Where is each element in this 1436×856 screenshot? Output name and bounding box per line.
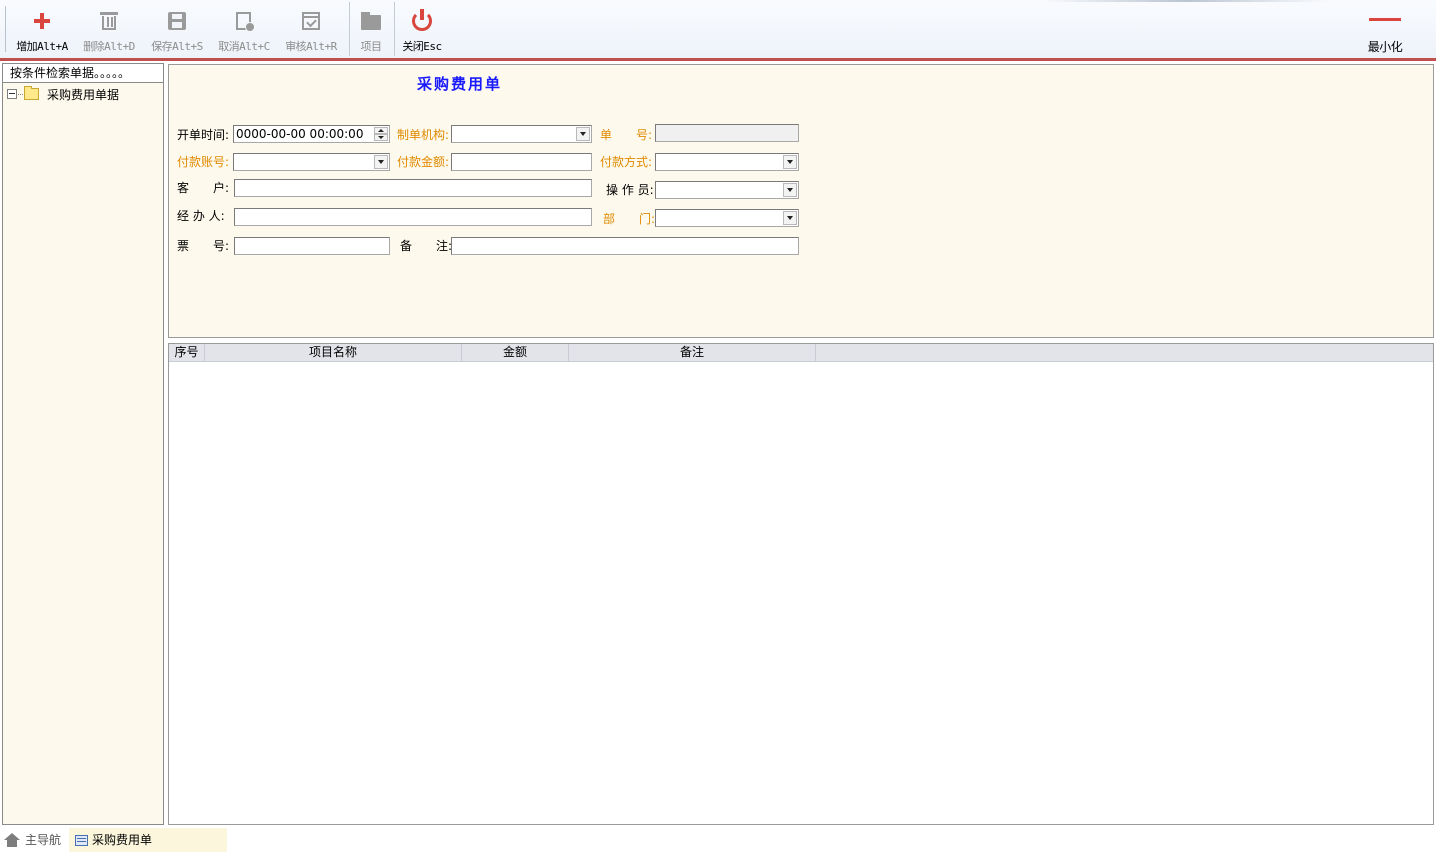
toolbar-grip	[5, 6, 6, 52]
tree-item-label: 采购费用单据	[47, 87, 120, 102]
pay-account-select[interactable]	[233, 153, 390, 171]
chevron-down-icon[interactable]	[783, 155, 797, 169]
customer-label: 客 户:	[177, 181, 230, 195]
toolbar-shadow	[1040, 0, 1330, 2]
save-button[interactable]: 保存Alt+S	[146, 0, 208, 58]
column-header-item-name[interactable]: 项目名称	[205, 344, 462, 361]
home-icon	[4, 833, 20, 847]
folder-icon	[359, 9, 383, 33]
minimize-icon	[1369, 9, 1401, 33]
form-panel: 采购费用单 开单时间: 0000-00-00 00:00:00 制单机构: 单 …	[168, 64, 1434, 338]
department-select[interactable]	[655, 209, 799, 227]
toolbar-accent-line	[0, 58, 1436, 61]
chevron-down-icon[interactable]	[576, 127, 590, 141]
handler-label: 经 办 人:	[177, 209, 225, 223]
power-icon	[410, 9, 434, 33]
doc-no-field[interactable]	[655, 124, 799, 142]
chevron-down-icon[interactable]	[374, 155, 388, 169]
cancel-icon	[232, 9, 256, 33]
plus-icon	[30, 9, 54, 33]
items-grid[interactable]: 序号 项目名称 金额 备注	[168, 343, 1434, 825]
left-panel: 按条件检索单据。。。。。 采购费用单据	[2, 63, 164, 825]
customer-field[interactable]	[234, 179, 592, 197]
tree-item-purchase-expense[interactable]: 采购费用单据	[3, 85, 163, 103]
pay-amount-field[interactable]	[451, 153, 592, 171]
project-button-label: 项目	[360, 40, 383, 53]
tab-purchase-expense-label: 采购费用单	[92, 833, 153, 847]
operator-select[interactable]	[655, 181, 799, 199]
save-icon	[165, 9, 189, 33]
pay-method-label: 付款方式:	[600, 155, 653, 169]
open-time-field[interactable]: 0000-00-00 00:00:00	[233, 125, 390, 143]
minimize-button[interactable]: 最小化	[1362, 0, 1408, 58]
pay-amount-label: 付款金额:	[397, 155, 450, 169]
org-label: 制单机构:	[397, 128, 450, 142]
form-title: 采购费用单	[417, 75, 503, 93]
toolbar: 增加Alt+A 删除Alt+D 保存Alt+S 取消Alt+C 审核Alt+R …	[0, 0, 1436, 59]
doc-no-label: 单 号:	[600, 128, 653, 142]
spin-up-icon[interactable]	[374, 127, 388, 134]
add-button[interactable]: 增加Alt+A	[12, 0, 72, 58]
tab-purchase-expense[interactable]: 采购费用单	[69, 828, 227, 852]
delete-button[interactable]: 删除Alt+D	[78, 0, 140, 58]
remark-label: 备 注:	[400, 239, 453, 253]
close-button[interactable]: 关闭Esc	[398, 0, 446, 58]
handler-field[interactable]	[234, 208, 592, 226]
cancel-button[interactable]: 取消Alt+C	[213, 0, 275, 58]
bottom-tab-bar: 主导航 采购费用单	[0, 826, 1436, 856]
collapse-icon[interactable]	[7, 89, 17, 99]
department-label: 部 门:	[603, 212, 656, 226]
org-select[interactable]	[451, 125, 592, 143]
ticket-no-label: 票 号:	[177, 239, 230, 253]
audit-button-label: 审核Alt+R	[285, 40, 337, 53]
delete-button-label: 删除Alt+D	[83, 40, 135, 53]
audit-icon	[299, 9, 323, 33]
grid-header: 序号 项目名称 金额 备注	[169, 344, 1433, 362]
column-header-seq[interactable]: 序号	[169, 344, 205, 361]
add-button-label: 增加Alt+A	[16, 40, 68, 53]
toolbar-separator	[394, 2, 395, 56]
tab-main-nav-label: 主导航	[25, 833, 62, 847]
project-button[interactable]: 项目	[354, 0, 388, 58]
pay-method-select[interactable]	[655, 153, 799, 171]
search-by-condition-button[interactable]: 按条件检索单据。。。。。	[3, 64, 163, 83]
close-button-label: 关闭Esc	[402, 40, 442, 53]
ticket-no-field[interactable]	[234, 237, 390, 255]
chevron-down-icon[interactable]	[783, 211, 797, 225]
column-header-amount[interactable]: 金额	[462, 344, 569, 361]
minimize-button-label: 最小化	[1367, 40, 1403, 54]
form-icon	[75, 834, 88, 846]
tab-main-nav[interactable]: 主导航	[4, 828, 66, 852]
chevron-down-icon[interactable]	[783, 183, 797, 197]
open-time-spinner[interactable]	[374, 127, 388, 141]
cancel-button-label: 取消Alt+C	[218, 40, 270, 53]
pay-account-label: 付款账号:	[177, 155, 230, 169]
spin-down-icon[interactable]	[374, 134, 388, 141]
remark-field[interactable]	[451, 237, 799, 255]
tree-connector	[18, 93, 23, 95]
toolbar-separator	[349, 2, 350, 56]
open-time-value: 0000-00-00 00:00:00	[236, 127, 364, 141]
column-header-remark[interactable]: 备注	[569, 344, 816, 361]
operator-label: 操 作 员:	[606, 183, 654, 197]
open-time-label: 开单时间:	[177, 128, 230, 142]
trash-icon	[97, 9, 121, 33]
folder-icon	[24, 86, 39, 100]
save-button-label: 保存Alt+S	[151, 40, 203, 53]
audit-button[interactable]: 审核Alt+R	[280, 0, 342, 58]
